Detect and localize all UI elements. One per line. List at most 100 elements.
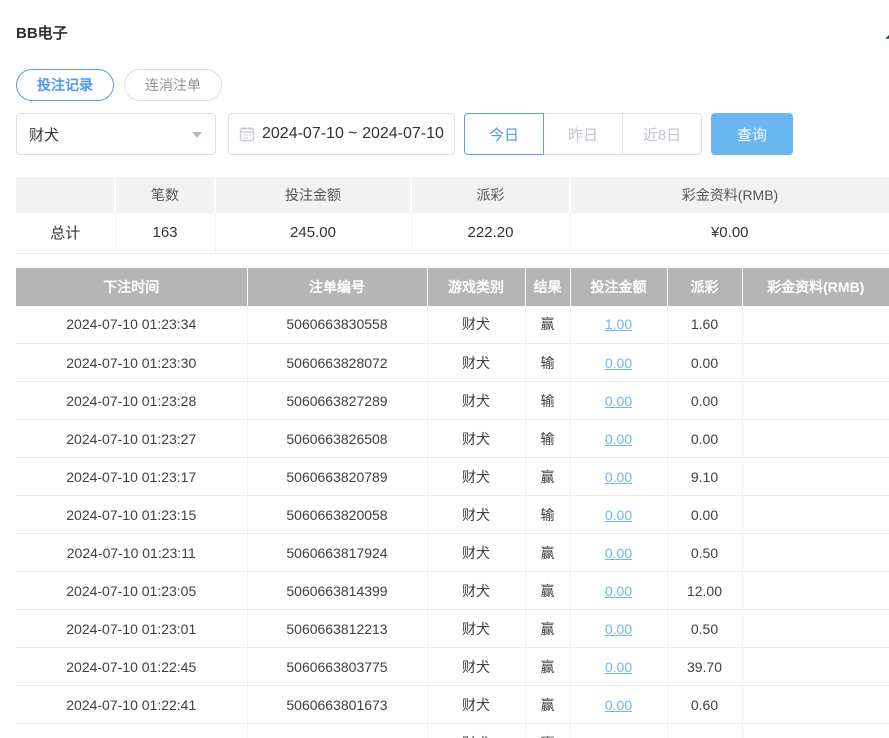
today-button[interactable]: 今日 [464,113,544,155]
game-type-cell: 财犬 [427,610,525,648]
filter-toolbar: 财犬 2024-07-10 ~ 2024-07-10 今日 [16,113,889,155]
table-row: 2024-07-10 01:23:345060663830558财犬赢1.001… [16,306,889,344]
table-row: 2024-07-10 01:23:115060663817924财犬赢0.000… [16,534,889,572]
result-cell: 赢 [525,572,570,610]
bet-time-cell: 2024-07-10 01:23:28 [16,382,247,420]
tab-betting-records[interactable]: 投注记录 [16,69,114,101]
header-bet-time: 下注时间 [16,268,247,306]
summary-header-row: 笔数 投注金额 派彩 彩金资料(RMB) [16,177,889,213]
order-no-cell: 5060663814399 [247,572,427,610]
header-payout: 派彩 [667,268,742,306]
total-label: 总计 [16,213,115,253]
result-cell: 输 [525,420,570,458]
page-title: BB电子 [16,22,889,43]
order-no-cell: 5060663820058 [247,496,427,534]
bet-amount-link[interactable]: 0.00 [605,621,632,637]
record-type-tabs: 投注记录 连消注单 [16,69,889,101]
summary-header-count: 笔数 [115,177,215,213]
bet-amount-link[interactable]: 0.00 [605,735,632,738]
bet-time-cell: 2024-07-10 01:23:17 [16,458,247,496]
yesterday-button[interactable]: 昨日 [543,113,623,155]
table-row: 2024-07-10 01:23:305060663828072财犬输0.000… [16,344,889,382]
bet-amount-link[interactable]: 0.00 [605,659,632,675]
table-row: 2024-07-10 01:23:285060663827289财犬输0.000… [16,382,889,420]
summary-table: 笔数 投注金额 派彩 彩金资料(RMB) 总计 163 245.00 222.2… [16,177,889,254]
order-no-cell: 5060663803775 [247,648,427,686]
search-button[interactable]: 查询 [711,113,793,155]
bonus-cell [742,724,889,738]
quick-date-group: 今日 昨日 近8日 [464,113,702,155]
order-no-cell: 5060663794029 [247,724,427,738]
result-cell: 赢 [525,534,570,572]
game-type-cell: 财犬 [427,382,525,420]
game-select-value: 财犬 [29,124,59,145]
bet-amount-link[interactable]: 1.00 [605,316,632,332]
bet-amount-cell: 0.00 [570,686,667,724]
header-game-type: 游戏类别 [427,268,525,306]
date-range-input[interactable]: 2024-07-10 ~ 2024-07-10 [228,113,455,155]
bonus-cell [742,344,889,382]
bet-amount-link[interactable]: 0.00 [605,355,632,371]
bet-amount-cell: 0.00 [570,724,667,738]
result-cell: 赢 [525,686,570,724]
header-bet-amount: 投注金额 [570,268,667,306]
bet-time-cell: 2024-07-10 01:23:34 [16,306,247,344]
table-row: 2024-07-10 01:23:055060663814399财犬赢0.001… [16,572,889,610]
header-bonus: 彩金资料(RMB) [742,268,889,306]
table-row: 2024-07-10 01:23:275060663826508财犬输 0.00 0… [16,420,889,458]
total-bonus: ¥0.00 [570,213,889,253]
bet-amount-cell: 0.00 [570,572,667,610]
betting-records-page: BB电子 ◢ 投注记录 连消注单 财犬 [0,0,889,738]
game-type-cell: 财犬 [427,420,525,458]
total-bet-amount: 245.00 [215,213,411,253]
result-cell: 输 [525,344,570,382]
bet-amount-link[interactable]: 0.00 [605,697,632,713]
summary-header-empty [16,177,115,213]
game-select[interactable]: 财犬 [16,113,216,155]
bet-amount-link[interactable]: 0.00 [605,507,632,523]
bonus-cell [742,572,889,610]
result-cell: 输 [525,496,570,534]
bonus-cell [742,534,889,572]
bet-amount-link[interactable]: 0.00 [605,469,632,485]
table-row: 2024-07-10 01:22:415060663801673财犬赢0.000… [16,686,889,724]
order-no-cell: 5060663826508 [247,420,427,458]
game-type-cell: 财犬 [427,496,525,534]
payout-cell: 0.00 [667,420,742,458]
payout-cell: 0.00 [667,496,742,534]
chevron-down-icon [192,132,202,138]
bet-time-cell: 2024-07-10 01:22:41 [16,686,247,724]
tab-cancelled-orders[interactable]: 连消注单 [124,69,222,101]
summary-header-bonus: 彩金资料(RMB) [570,177,889,213]
table-row: 2024-07-10 01:22:275060663794029财犬赢0.003… [16,724,889,738]
game-type-cell: 财犬 [427,648,525,686]
bet-amount-link[interactable]: 0.00 [605,393,632,409]
game-type-cell: 财犬 [427,344,525,382]
game-type-cell: 财犬 [427,686,525,724]
bet-amount-link[interactable]: 0.00 [605,545,632,561]
records-body: 2024-07-10 01:23:345060663830558财犬赢1.001… [16,306,889,738]
summary-total-row: 总计 163 245.00 222.20 ¥0.00 [16,213,889,253]
result-cell: 输 [525,382,570,420]
bonus-cell [742,496,889,534]
corner-cut-icon: ◢ [885,24,889,41]
bet-amount-link[interactable]: 0.00 [605,431,632,447]
bonus-cell [742,420,889,458]
bet-time-cell: 2024-07-10 01:23:30 [16,344,247,382]
payout-cell: 0.50 [667,610,742,648]
bet-amount-link[interactable]: 0.00 [605,583,632,599]
game-type-cell: 财犬 [427,572,525,610]
payout-cell: 39.70 [667,648,742,686]
bet-amount-cell: 0.00 [570,610,667,648]
bet-time-cell: 2024-07-10 01:23:01 [16,610,247,648]
payout-cell: 0.00 [667,382,742,420]
payout-cell: 0.60 [667,686,742,724]
records-table: 下注时间 注单编号 游戏类别 结果 投注金额 派彩 彩金资料(RMB) 2024… [16,268,889,738]
table-row: 2024-07-10 01:22:455060663803775财犬赢0.003… [16,648,889,686]
bonus-cell [742,648,889,686]
bet-amount-cell: 0.00 [570,534,667,572]
last-8-days-button[interactable]: 近8日 [622,113,702,155]
payout-cell: 1.60 [667,306,742,344]
bet-time-cell: 2024-07-10 01:23:27 [16,420,247,458]
total-count: 163 [115,213,215,253]
